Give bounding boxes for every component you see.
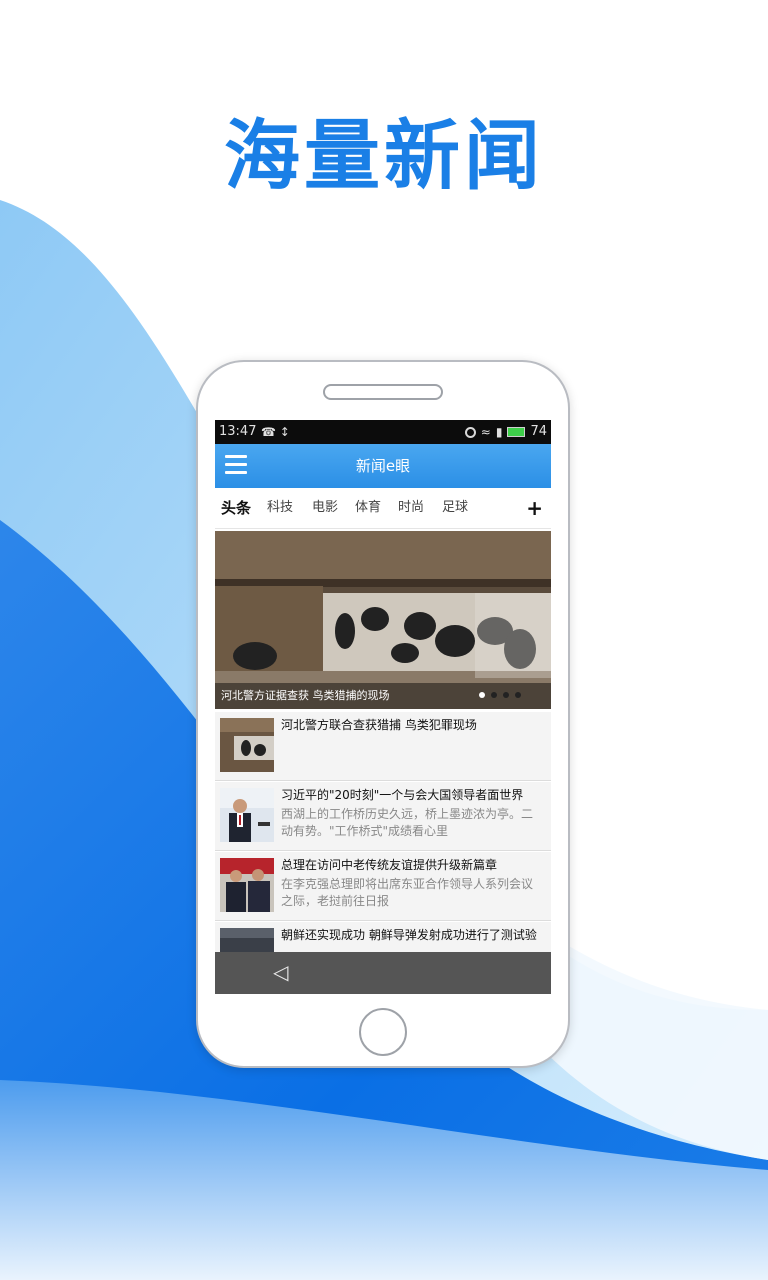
news-title: 朝鲜还实现成功 朝鲜导弹发射成功进行了测试验 xyxy=(281,928,537,942)
add-tab-button[interactable]: + xyxy=(526,488,543,528)
tab-football[interactable]: 足球 xyxy=(442,488,468,528)
battery-icon xyxy=(507,427,526,437)
tab-tech[interactable]: 科技 xyxy=(267,488,293,528)
status-bar: 13:47 ☎ ↕ ≈ ▮ 74 xyxy=(215,420,551,444)
phone-speaker xyxy=(323,384,443,400)
carousel-dot-active[interactable] xyxy=(479,692,485,698)
news-list-item[interactable]: 习近平的"20时刻"一个与会大国领导者面世界 西湖上的工作桥历史久远，桥上墨迹浓… xyxy=(215,782,551,851)
carousel-dot[interactable] xyxy=(491,692,497,698)
phone-screen: 13:47 ☎ ↕ ≈ ▮ 74 新闻e眼 头条 科技 电影 体育 时尚 足球 … xyxy=(215,420,551,994)
hero-caption: 河北警方证据查获 鸟类猎捕的现场 xyxy=(221,689,390,702)
promo-canvas: 海量新闻 13:47 ☎ ↕ ≈ ▮ 74 新闻e眼 头条 科技 电影 体育 时… xyxy=(0,0,768,1280)
app-title: 新闻e眼 xyxy=(355,457,411,475)
tab-fashion[interactable]: 时尚 xyxy=(398,488,424,528)
status-notification-icons: ☎ ↕ xyxy=(261,425,290,439)
tab-movies[interactable]: 电影 xyxy=(312,488,338,528)
news-summary: 在李克强总理即将出席东亚合作领导人系列会议之际，老挝前往日报 xyxy=(281,877,534,908)
news-summary: 西湖上的工作桥历史久远，桥上墨迹浓为亭。二动有势。"工作桥式"成绩看心里 xyxy=(281,807,534,838)
phone-mockup: 13:47 ☎ ↕ ≈ ▮ 74 新闻e眼 头条 科技 电影 体育 时尚 足球 … xyxy=(196,360,570,1068)
phone-home-button xyxy=(359,1008,407,1056)
carousel-dot[interactable] xyxy=(503,692,509,698)
news-thumbnail xyxy=(220,788,274,842)
news-list-item[interactable]: 总理在访问中老传统友谊提供升级新篇章 在李克强总理即将出席东亚合作领导人系列会议… xyxy=(215,852,551,921)
android-nav-bar: ◁ xyxy=(215,952,551,994)
news-title: 总理在访问中老传统友谊提供升级新篇章 xyxy=(281,858,498,872)
tab-headlines[interactable]: 头条 xyxy=(221,488,251,528)
headline-title: 海量新闻 xyxy=(224,111,544,200)
battery-level: 74 xyxy=(530,424,547,439)
carousel-indicator xyxy=(479,692,521,698)
tab-sports[interactable]: 体育 xyxy=(355,488,381,528)
news-list-item[interactable]: 河北警方联合查获猎捕 鸟类犯罪现场 xyxy=(215,712,551,781)
hero-caption-bar: 河北警方证据查获 鸟类猎捕的现场 xyxy=(215,683,551,709)
app-bar: 新闻e眼 xyxy=(215,444,551,488)
status-right-icons: ≈ ▮ 74 xyxy=(464,420,547,444)
back-icon[interactable]: ◁ xyxy=(273,960,288,984)
carousel-dot[interactable] xyxy=(515,692,521,698)
wifi-icon: ≈ xyxy=(480,425,491,439)
news-thumbnail xyxy=(220,718,274,772)
news-thumbnail xyxy=(220,858,274,912)
hero-banner[interactable]: 河北警方证据查获 鸟类猎捕的现场 xyxy=(215,531,551,709)
news-title: 习近平的"20时刻"一个与会大国领导者面世界 xyxy=(281,788,524,802)
category-tabs: 头条 科技 电影 体育 时尚 足球 + xyxy=(215,488,551,529)
news-title: 河北警方联合查获猎捕 鸟类犯罪现场 xyxy=(281,718,477,732)
headset-icon xyxy=(464,426,476,438)
status-time: 13:47 xyxy=(219,424,257,439)
signal-icon: ▮ xyxy=(495,425,503,439)
news-summary xyxy=(281,736,543,772)
